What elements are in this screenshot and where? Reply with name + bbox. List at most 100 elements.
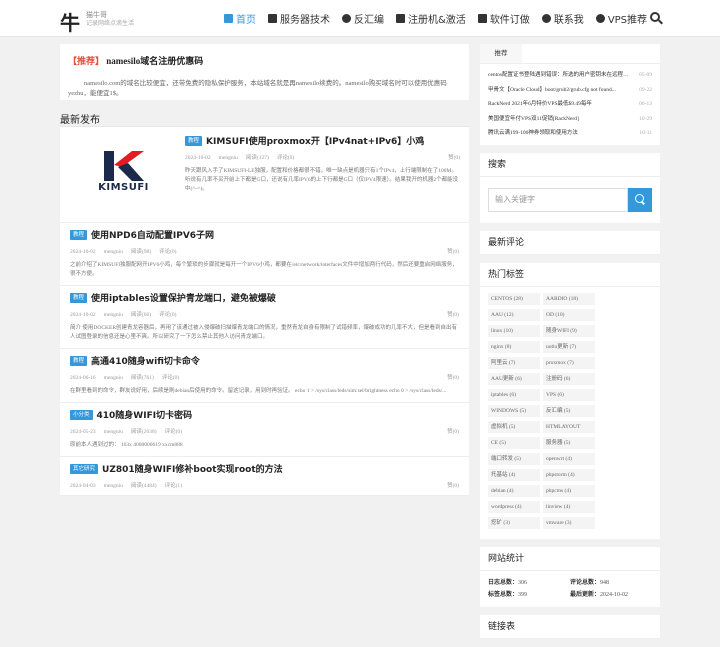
post-thumbnail[interactable]: KIMSUFI xyxy=(70,137,177,215)
tag-item[interactable]: iptables (6) xyxy=(488,388,540,401)
stat-label: 标签总数： xyxy=(488,591,519,598)
post-likes[interactable]: 赞(0) xyxy=(448,153,460,161)
nav-label: 联系我 xyxy=(553,15,584,26)
tag-item[interactable]: 随身WIFI (9) xyxy=(543,324,595,337)
post-title-text: 410随身WIFI切卡密码 xyxy=(96,411,193,421)
post-title[interactable]: 其它研究 UZ801随身WIFI修补boot实现root的方法 xyxy=(70,463,459,477)
tab-recommend[interactable]: 推荐 xyxy=(480,44,522,63)
tag-item[interactable]: uotlo更新 (7) xyxy=(543,340,595,353)
post-date: 2024-04-03 xyxy=(70,483,96,489)
tag-item[interactable]: linux (10) xyxy=(488,324,540,337)
tag-item[interactable]: 虚拟机 (5) xyxy=(488,420,540,433)
nav-vps[interactable]: VPS推荐 xyxy=(590,0,653,37)
post-item: KIMSUFI 教程 KIMSUFI使用proxmox开【IPv4nat+IPv6… xyxy=(60,127,469,223)
post-author[interactable]: mengniu xyxy=(104,483,123,489)
tag-item[interactable]: CE (5) xyxy=(488,436,540,449)
post-author[interactable]: mengniu xyxy=(104,375,123,381)
nav-keygen[interactable]: 注册机&激活 xyxy=(390,0,472,37)
tag-item[interactable]: proxmox (7) xyxy=(543,356,595,369)
category-badge[interactable]: 教程 xyxy=(70,293,88,303)
search-button[interactable] xyxy=(628,187,652,212)
post-comments[interactable]: 评论(0) xyxy=(159,312,176,318)
recommend-list: centos配置证书登陆遇到错误：所选的用户密钥未在远程主机上注册 05-09 甲… xyxy=(480,64,660,145)
post-title[interactable]: 教程 高通410随身wifi切卡命令 xyxy=(70,355,459,369)
notice-title[interactable]: 【推荐】 namesilo域名注册优惠码 xyxy=(68,54,461,67)
tag-item[interactable]: AARDIO (18) xyxy=(543,292,595,305)
post-comments[interactable]: 评论(0) xyxy=(159,249,176,255)
post-comments[interactable]: 评论(0) xyxy=(162,375,179,381)
post-author[interactable]: mengniu xyxy=(219,155,238,161)
nav-home[interactable]: 首页 xyxy=(218,0,262,37)
tag-item[interactable]: nginx (8) xyxy=(488,340,540,353)
tag-item[interactable]: 挖矿 (3) xyxy=(488,516,540,529)
tag-item[interactable]: HTMLAYOUT xyxy=(543,420,595,433)
list-item[interactable]: centos配置证书登陆遇到错误：所选的用户密钥未在远程主机上注册 05-09 xyxy=(488,68,652,83)
tag-item[interactable]: phpstorm (4) xyxy=(543,468,595,481)
post-likes[interactable]: 赞(0) xyxy=(447,373,459,381)
post-excerpt: 之前介绍了KIMSUFI独服配网开IPV6小鸡，每个繁琐的步骤就是每开一个IPV… xyxy=(70,262,458,277)
category-badge[interactable]: 小分类 xyxy=(70,410,93,420)
category-badge[interactable]: 教程 xyxy=(70,356,88,366)
tag-item[interactable]: debian (4) xyxy=(488,484,540,497)
tag-item[interactable]: vmware (3) xyxy=(543,516,595,529)
tag-item[interactable]: phpcms (4) xyxy=(543,484,595,497)
tag-cloud: CENTOS (28) AARDIO (18) AAU (12) OD (10) lin… xyxy=(480,287,660,539)
post-comments[interactable]: 评论(0) xyxy=(277,155,294,161)
post-likes[interactable]: 赞(0) xyxy=(447,427,459,435)
tag-item[interactable]: CENTOS (28) xyxy=(488,292,540,305)
notice-title-text: namesilo域名注册优惠码 xyxy=(106,56,204,66)
nav-server[interactable]: 服务器技术 xyxy=(262,0,336,37)
post-title[interactable]: 教程 使用NPD6自动配置IPV6子网 xyxy=(70,229,459,243)
post-reads: 阅读(761) xyxy=(130,375,154,381)
tag-item[interactable]: WINDOWS (5) xyxy=(488,404,540,417)
notice-tag: 【推荐】 xyxy=(68,56,105,66)
tag-item[interactable]: linview (4) xyxy=(543,500,595,513)
tag-item[interactable]: VPS (6) xyxy=(543,388,595,401)
category-badge[interactable]: 教程 xyxy=(185,136,203,146)
list-item[interactable]: 腾讯云满199-100神券领取和使用方法 10-11 xyxy=(488,126,652,141)
nav-disassembly[interactable]: 反汇编 xyxy=(336,0,390,37)
stats-box: 网站统计 日志总数：306 评论总数：948 标签总数：399 最后更新：202… xyxy=(480,546,660,607)
tag-item[interactable]: OD (10) xyxy=(543,308,595,321)
post-title[interactable]: 小分类 410随身WIFI切卡密码 xyxy=(70,409,459,423)
post-body: 教程 使用iptables设置保护青龙端口，避免被爆破 2024-10-02 men… xyxy=(60,286,469,348)
tag-item[interactable]: wordpress (4) xyxy=(488,500,540,513)
post-comments[interactable]: 评论(1) xyxy=(165,483,182,489)
post-reads: 阅读(98) xyxy=(130,249,152,255)
post-meta: 2024-10-02 mengniu 阅读(127) 评论(0) 赞(0) xyxy=(185,153,460,161)
user-icon xyxy=(541,14,551,23)
search-icon[interactable] xyxy=(650,12,660,22)
post-likes[interactable]: 赞(0) xyxy=(447,310,459,318)
list-item-title: 美国便宜年付VPS双11促销[RackNerd] xyxy=(488,115,579,122)
site-logo[interactable]: 牛 xyxy=(60,7,80,36)
tag-item[interactable]: AAU更新 (6) xyxy=(488,372,540,385)
post-comments[interactable]: 评论(0) xyxy=(165,429,182,435)
tag-item[interactable]: 服务器 (5) xyxy=(543,436,595,449)
tag-item[interactable]: 阿里云 (7) xyxy=(488,356,540,369)
tag-item[interactable]: 托基站 (4) xyxy=(488,468,540,481)
search-input[interactable]: 输入关键字 xyxy=(488,187,628,212)
tag-item[interactable]: openwrt (4) xyxy=(543,452,595,465)
post-likes[interactable]: 赞(0) xyxy=(447,481,459,489)
tag-item[interactable]: 注册码 (6) xyxy=(543,372,595,385)
list-item[interactable]: 美国便宜年付VPS双11促销[RackNerd] 10-29 xyxy=(488,112,652,127)
stat-label: 日志总数： xyxy=(488,579,519,586)
post-author[interactable]: mengniu xyxy=(104,249,123,255)
post-author[interactable]: mengniu xyxy=(104,312,123,318)
category-badge[interactable]: 教程 xyxy=(70,230,88,240)
post-author[interactable]: mengniu xyxy=(104,429,123,435)
category-badge[interactable]: 其它研究 xyxy=(70,464,99,474)
tag-item[interactable]: AAU (12) xyxy=(488,308,540,321)
recommend-box: 推荐 centos配置证书登陆遇到错误：所选的用户密钥未在远程主机上注册 05-0… xyxy=(480,44,660,145)
tag-item[interactable]: 端口转发 (5) xyxy=(488,452,540,465)
list-item[interactable]: 甲骨文【Oracle Cloud】boot/grub2/grub.cfg not… xyxy=(488,83,652,98)
post-title[interactable]: 教程 KIMSUFI使用proxmox开【IPv4nat+IPv6】小鸡 xyxy=(185,135,460,149)
post-title-text: UZ801随身WIFI修补boot实现root的方法 xyxy=(102,465,283,475)
nav-contact[interactable]: 联系我 xyxy=(536,0,590,37)
tag-item[interactable]: 反汇编 (5) xyxy=(543,404,595,417)
kimsufi-logo-icon xyxy=(104,151,144,181)
list-item[interactable]: RackNerd 2021年6月特价VPS最低$9.49每年 06-13 xyxy=(488,97,652,112)
post-title[interactable]: 教程 使用iptables设置保护青龙端口，避免被爆破 xyxy=(70,292,459,306)
post-likes[interactable]: 赞(0) xyxy=(447,247,459,255)
nav-custom-software[interactable]: 软件订做 xyxy=(472,0,536,37)
